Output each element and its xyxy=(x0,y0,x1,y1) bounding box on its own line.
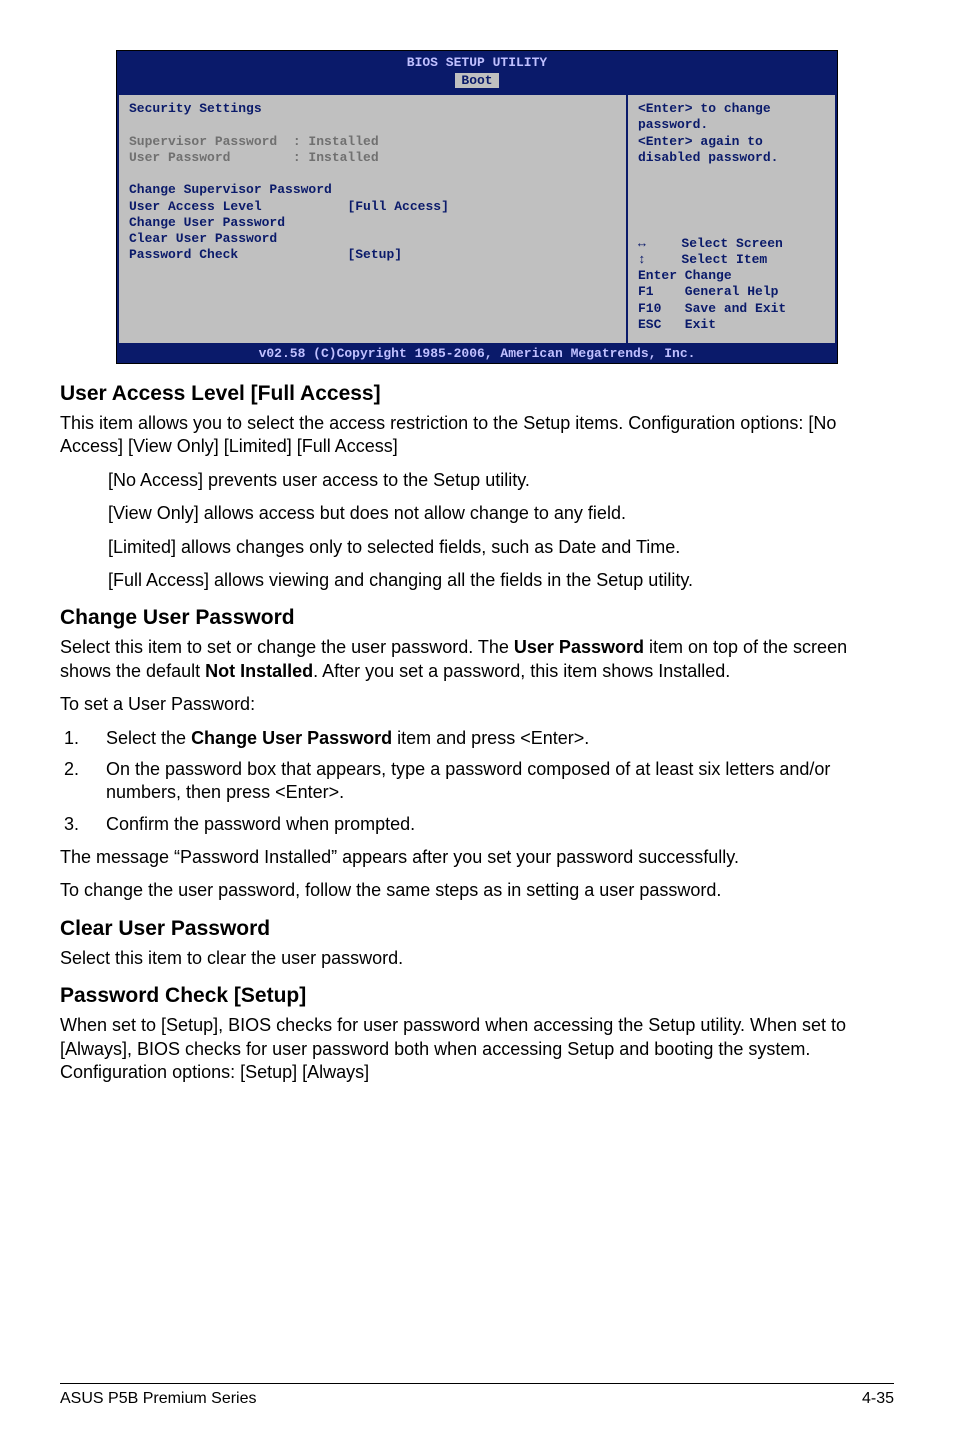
option-limited: [Limited] allows changes only to selecte… xyxy=(108,536,894,559)
heading-change-user-password: Change User Password xyxy=(60,606,894,630)
bios-ual-value: [Full Access] xyxy=(347,199,448,214)
option-full-access: [Full Access] allows viewing and changin… xyxy=(108,569,894,592)
paragraph: This item allows you to select the acces… xyxy=(60,412,894,459)
step-2: On the password box that appears, type a… xyxy=(84,758,894,805)
steps-list: Select the Change User Password item and… xyxy=(60,727,894,837)
footer-page-number: 4-35 xyxy=(862,1390,894,1408)
bios-nav-select-item: Select Item xyxy=(681,252,767,267)
bios-item-change-user[interactable]: Change User Password xyxy=(129,215,616,231)
bios-help-line: password. xyxy=(638,117,825,133)
bios-tab-boot[interactable]: Boot xyxy=(455,73,498,88)
bios-item-clear-user[interactable]: Clear User Password xyxy=(129,231,616,247)
bios-item-password-check[interactable]: Password Check [Setup] xyxy=(129,247,616,263)
paragraph: Select this item to clear the user passw… xyxy=(60,947,894,970)
bios-nav-enter: Enter Change xyxy=(638,268,825,284)
bios-item-user-access-level[interactable]: User Access Level [Full Access] xyxy=(129,199,616,215)
bios-help-line: <Enter> to change xyxy=(638,101,825,117)
bios-help-text: <Enter> to change password. <Enter> agai… xyxy=(638,101,825,166)
bios-help-line: disabled password. xyxy=(638,150,825,166)
bold-not-installed: Not Installed xyxy=(205,661,313,681)
page-footer: ASUS P5B Premium Series 4-35 xyxy=(60,1390,894,1408)
bios-pwcheck-label: Password Check xyxy=(129,247,238,262)
bios-supervisor-status: Supervisor Password : Installed xyxy=(129,134,616,150)
bios-user-status: User Password : Installed xyxy=(129,150,616,166)
footer-divider xyxy=(60,1383,894,1384)
option-view-only: [View Only] allows access but does not a… xyxy=(108,502,894,525)
bios-ual-label: User Access Level xyxy=(129,199,262,214)
bios-nav-esc: ESC Exit xyxy=(638,317,825,333)
bold-user-password: User Password xyxy=(514,637,644,657)
bios-nav-f10: F10 Save and Exit xyxy=(638,301,825,317)
step-1: Select the Change User Password item and… xyxy=(84,727,894,750)
paragraph: Select this item to set or change the us… xyxy=(60,636,894,683)
bold-change-user-password: Change User Password xyxy=(191,728,392,748)
bios-title: BIOS SETUP UTILITY xyxy=(407,55,547,70)
option-no-access: [No Access] prevents user access to the … xyxy=(108,469,894,492)
paragraph: To set a User Password: xyxy=(60,693,894,716)
step-3: Confirm the password when prompted. xyxy=(84,813,894,836)
paragraph: The message “Password Installed” appears… xyxy=(60,846,894,869)
bios-titlebar: BIOS SETUP UTILITY xyxy=(117,51,837,71)
bios-help-line: <Enter> again to xyxy=(638,134,825,150)
bios-screenshot: BIOS SETUP UTILITY Boot Security Setting… xyxy=(116,50,838,364)
bios-nav-select-screen: Select Screen xyxy=(681,236,782,251)
bios-left-pane: Security Settings Supervisor Password : … xyxy=(117,93,627,345)
bios-nav-f1: F1 General Help xyxy=(638,284,825,300)
bios-copyright-footer: v02.58 (C)Copyright 1985-2006, American … xyxy=(117,345,837,363)
heading-password-check: Password Check [Setup] xyxy=(60,984,894,1008)
arrows-lr-icon: ↔ xyxy=(638,236,658,252)
bios-nav-keys: ↔ Select Screen ↕ Select Item Enter Chan… xyxy=(638,236,825,334)
paragraph: To change the user password, follow the … xyxy=(60,879,894,902)
bios-pwcheck-value: [Setup] xyxy=(347,247,402,262)
bios-tab-row: Boot xyxy=(117,71,837,91)
bios-section-heading: Security Settings xyxy=(129,101,616,117)
bios-right-pane: <Enter> to change password. <Enter> agai… xyxy=(627,93,837,345)
arrows-ud-icon: ↕ xyxy=(638,252,658,268)
heading-user-access-level: User Access Level [Full Access] xyxy=(60,382,894,406)
paragraph: When set to [Setup], BIOS checks for use… xyxy=(60,1014,894,1084)
bios-item-change-supervisor[interactable]: Change Supervisor Password xyxy=(129,182,616,198)
heading-clear-user-password: Clear User Password xyxy=(60,917,894,941)
footer-product: ASUS P5B Premium Series xyxy=(60,1390,257,1408)
